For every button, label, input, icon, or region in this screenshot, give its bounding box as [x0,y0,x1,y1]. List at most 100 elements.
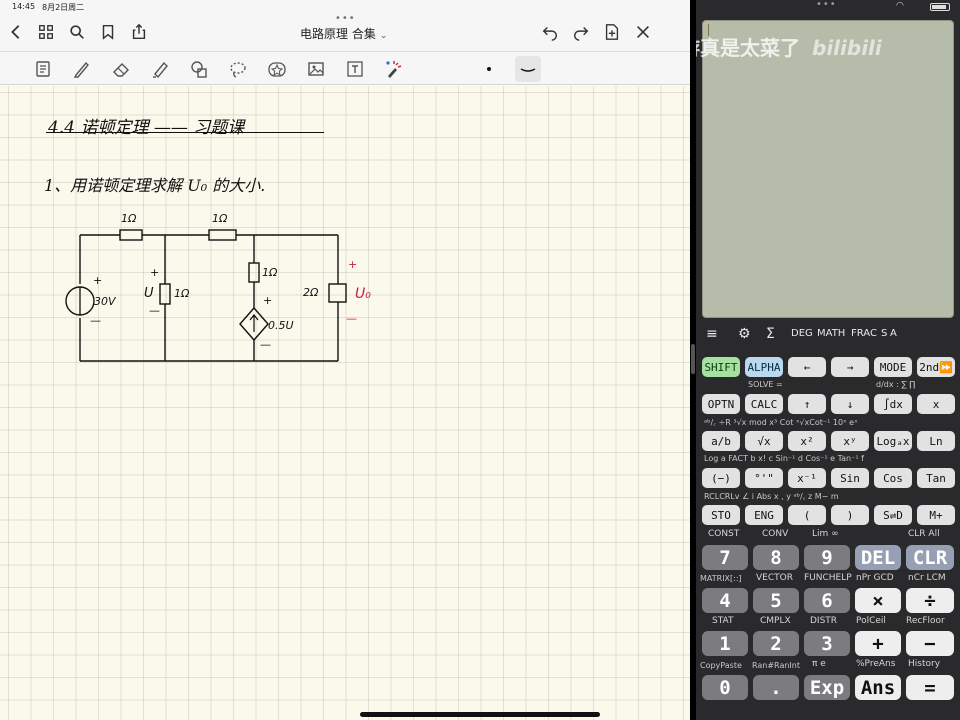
digit-2-key[interactable]: 2 [753,631,799,656]
digit-4-key[interactable]: 4 [702,588,748,613]
open-paren-key[interactable]: ( [788,505,826,525]
log-base-key[interactable]: Logₐx [874,431,912,451]
calc-key[interactable]: CALC [745,394,783,414]
digit-0-key[interactable]: 0 [702,675,748,700]
multitask-dots[interactable]: ••• [335,13,356,24]
image-icon[interactable] [305,58,327,80]
label-r-left-mid: 1Ω [174,287,190,300]
eng-key[interactable]: ENG [745,505,783,525]
digit-1-key[interactable]: 1 [702,631,748,656]
calculator-display[interactable] [702,20,954,318]
key-sublabel: Lim ∞ [812,529,839,539]
home-indicator[interactable] [360,712,600,717]
x-key[interactable]: x [917,394,955,414]
ln-key[interactable]: Ln [917,431,955,451]
close-icon[interactable] [633,23,653,43]
textbox-icon[interactable] [344,58,366,80]
undo-icon[interactable] [540,23,560,43]
key-sublabel: History [908,659,941,669]
sto-key[interactable]: STO [702,505,740,525]
share-icon[interactable] [129,23,149,43]
shift-key[interactable]: SHIFT [702,357,740,377]
highlighter-icon[interactable] [149,58,171,80]
cursor-right-key[interactable]: → [831,357,869,377]
reciprocal-key[interactable]: x⁻¹ [788,468,826,488]
add-page-icon[interactable] [602,23,622,43]
shapes-icon[interactable] [188,58,210,80]
divide-key[interactable]: ÷ [906,588,954,613]
tan-key[interactable]: Tan [917,468,955,488]
menu-icon[interactable]: ≡ [706,326,718,342]
ans-key[interactable]: Ans [855,675,901,700]
degree-key[interactable]: °'" [745,468,783,488]
plus-sign: + [263,294,273,307]
label-r-right: 2Ω [303,286,319,299]
fraction-key[interactable]: a/b [702,431,740,451]
eraser-icon[interactable] [110,58,132,80]
minus-sign: — [90,314,101,327]
clear-key[interactable]: CLR [906,545,954,570]
close-paren-key[interactable]: ) [831,505,869,525]
plus-sign: + [93,274,103,287]
label-r-top-left: 1Ω [121,212,137,225]
digit-5-key[interactable]: 5 [753,588,799,613]
decimal-key[interactable]: . [753,675,799,700]
bookmark-icon[interactable] [98,23,118,43]
multitask-dots[interactable]: ••• [816,0,837,10]
negative-key[interactable]: (−) [702,468,740,488]
scan-icon[interactable] [32,58,54,80]
sin-key[interactable]: Sin [831,468,869,488]
laser-icon[interactable] [383,58,405,80]
key-sublabel: ᵃᵇ/꜀ ÷R ³√x mod x³ Cot ˣ√xCot⁻¹ 10ˣ eˣ [704,418,858,427]
resistor-right [328,283,347,303]
divider-handle[interactable] [691,344,695,374]
plus-key[interactable]: + [855,631,901,656]
key-sublabel: RecFloor [906,616,945,626]
cursor-down-key[interactable]: ↓ [831,394,869,414]
notes-app: 14:45 8月2日周二 ••• 电路原理 合集 ⌄ 4.4 诺顿定理 —— 习… [0,0,690,720]
lasso-icon[interactable] [227,58,249,80]
cos-key[interactable]: Cos [874,468,912,488]
square-key[interactable]: x² [788,431,826,451]
digit-6-key[interactable]: 6 [804,588,850,613]
multiply-key[interactable]: × [855,588,901,613]
dot-color-icon[interactable] [478,58,500,80]
key-sublabel: CopyPaste [700,661,742,670]
redo-icon[interactable] [571,23,591,43]
gear-icon[interactable]: ⚙ [738,326,751,342]
sigma-icon[interactable]: Σ [766,326,775,342]
sd-toggle-key[interactable]: S⇌D [874,505,912,525]
digit-9-key[interactable]: 9 [804,545,850,570]
digit-8-key[interactable]: 8 [753,545,799,570]
minus-key[interactable]: − [906,631,954,656]
second-function-key[interactable]: 2nd⏩ [917,357,955,377]
digit-3-key[interactable]: 3 [804,631,850,656]
sqrt-key[interactable]: √x [745,431,783,451]
key-sublabel: CONV [762,529,789,539]
cursor-left-key[interactable]: ← [788,357,826,377]
delete-key[interactable]: DEL [855,545,901,570]
search-icon[interactable] [67,23,87,43]
document-title[interactable]: 电路原理 合集 ⌄ [300,25,387,42]
back-icon[interactable] [6,23,26,43]
mode-key[interactable]: MODE [874,357,912,377]
optn-key[interactable]: OPTN [702,394,740,414]
m-plus-key[interactable]: M+ [917,505,955,525]
note-page[interactable]: 4.4 诺顿定理 —— 习题课 1、用诺顿定理求解 U₀ 的大小. 1Ω 1Ω … [0,86,690,720]
equals-key[interactable]: = [906,675,954,700]
pen-icon[interactable] [71,58,93,80]
exp-key[interactable]: Exp [804,675,850,700]
grid-icon[interactable] [36,23,56,43]
circuit-diagram [65,229,347,362]
key-sublabel: SOLVE = [748,380,783,389]
star-icon[interactable] [266,58,288,80]
alpha-key[interactable]: ALPHA [745,357,783,377]
status-date: 8月2日周二 [42,3,85,12]
plus-sign: + [348,258,358,271]
integral-key[interactable]: ∫dx [874,394,912,414]
stroke-curve-icon[interactable] [515,56,541,82]
digit-7-key[interactable]: 7 [702,545,748,570]
key-sublabel: FUNCHELP [804,573,852,583]
power-key[interactable]: xʸ [831,431,869,451]
cursor-up-key[interactable]: ↑ [788,394,826,414]
